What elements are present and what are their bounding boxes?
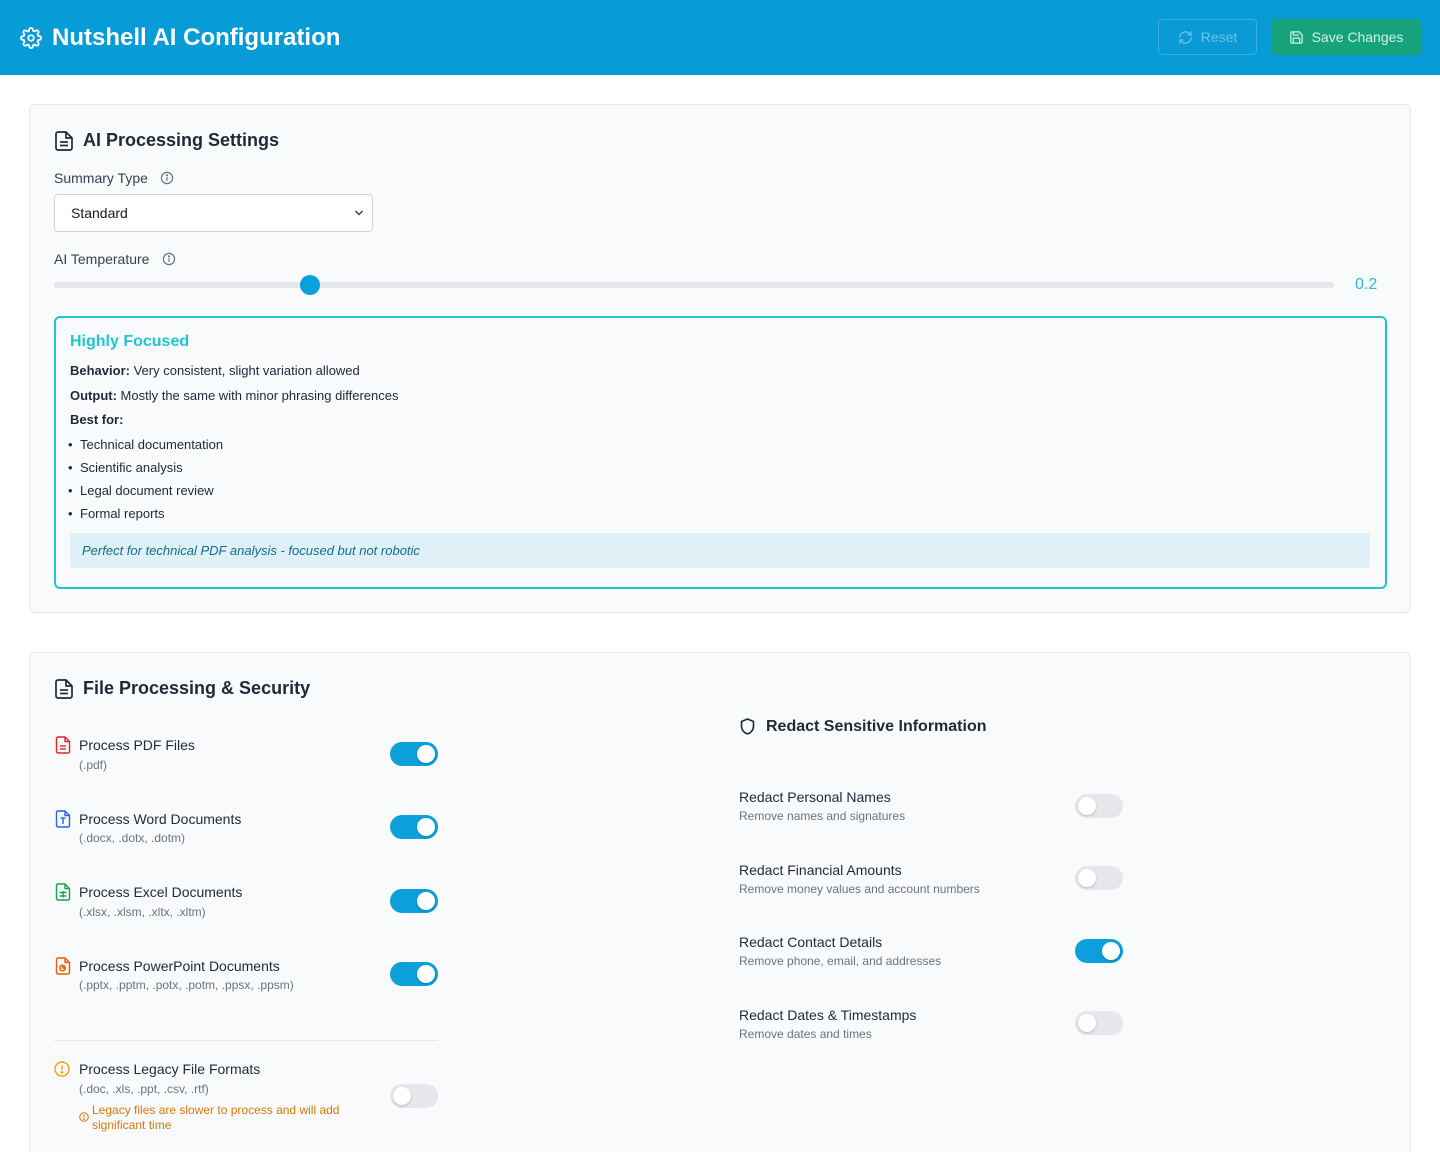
- summary-type-label: Summary Type: [54, 170, 148, 186]
- list-item: Formal reports: [68, 505, 164, 523]
- mode-title: Highly Focused: [70, 333, 190, 350]
- redact-item-title: Redact Contact Details: [739, 934, 883, 950]
- pdf-file-icon: [55, 736, 71, 754]
- app-header: Nutshell AI Configuration Reset Save Cha…: [0, 0, 1440, 75]
- temperature-description-box: Highly Focused Behavior: Very consistent…: [54, 316, 1387, 589]
- divider: [54, 1040, 438, 1041]
- redact-contact-toggle[interactable]: [1075, 939, 1123, 963]
- redact-names-toggle[interactable]: [1075, 794, 1123, 818]
- output-line: Output: Mostly the same with minor phras…: [70, 387, 399, 405]
- save-changes-button[interactable]: Save Changes: [1271, 19, 1421, 55]
- toggle-knob: [1078, 1014, 1096, 1032]
- redact-item-title: Redact Personal Names: [739, 789, 891, 805]
- temperature-slider[interactable]: [54, 275, 1334, 295]
- reset-label: Reset: [1200, 29, 1238, 45]
- behavior-text: Very consistent, slight variation allowe…: [133, 363, 360, 378]
- toggle-knob: [417, 965, 435, 983]
- file-type-extensions: (.xlsx, .xlsm, .xltx, .xltm): [79, 905, 206, 919]
- info-icon[interactable]: [162, 252, 176, 266]
- app-title: Nutshell AI Configuration: [52, 24, 341, 51]
- alert-circle-icon: [54, 1061, 70, 1077]
- list-item: Technical documentation: [68, 436, 223, 454]
- file-type-extensions: (.docx, .dotx, .dotm): [79, 831, 186, 845]
- file-type-extensions: (.pdf): [79, 758, 108, 772]
- file-type-title: Process Word Documents: [79, 811, 242, 827]
- warning-icon: [79, 1112, 89, 1122]
- gear-icon: [20, 27, 42, 49]
- section-title: AI Processing Settings: [83, 130, 280, 150]
- redact-item-desc: Remove dates and times: [739, 1027, 872, 1041]
- summary-type-value: Standard: [71, 205, 128, 221]
- legacy-title: Process Legacy File Formats: [79, 1061, 261, 1077]
- redact-item-desc: Remove money values and account numbers: [739, 882, 980, 896]
- file-type-extensions: (.pptx, .pptm, .potx, .potm, .ppsx, .pps…: [79, 978, 294, 992]
- toggle-knob: [1078, 869, 1096, 887]
- redact-item-title: Redact Dates & Timestamps: [739, 1007, 917, 1023]
- section-title: File Processing & Security: [83, 678, 311, 698]
- summary-type-select[interactable]: Standard: [54, 194, 373, 232]
- legacy-toggle[interactable]: [390, 1084, 438, 1108]
- chevron-down-icon: [354, 210, 364, 216]
- file-type-title: Process PDF Files: [79, 737, 195, 753]
- file-type-title: Process PowerPoint Documents: [79, 958, 280, 974]
- save-label: Save Changes: [1311, 29, 1404, 45]
- list-item: Legal document review: [68, 482, 214, 500]
- shield-icon: [740, 718, 755, 735]
- document-icon: [55, 131, 73, 151]
- excel-file-icon: [55, 883, 71, 901]
- reset-button[interactable]: Reset: [1158, 19, 1257, 55]
- behavior-line: Behavior: Very consistent, slight variat…: [70, 362, 360, 380]
- temperature-value: 0.2: [1355, 276, 1378, 293]
- toggle-knob: [393, 1087, 411, 1105]
- toggle-knob: [417, 892, 435, 910]
- legacy-extensions: (.doc, .xls, .ppt, .csv, .rtf): [79, 1082, 209, 1096]
- refresh-icon: [1178, 30, 1192, 44]
- redact-item-title: Redact Financial Amounts: [739, 862, 902, 878]
- output-text: Mostly the same with minor phrasing diff…: [120, 388, 399, 403]
- slider-handle[interactable]: [300, 275, 320, 295]
- toggle-knob: [417, 745, 435, 763]
- word-file-icon: [55, 810, 71, 828]
- legacy-warning: Legacy files are slower to process and w…: [92, 1103, 340, 1132]
- toggle-knob: [1078, 797, 1096, 815]
- list-item: Scientific analysis: [68, 459, 183, 477]
- best-for-label: Best for:: [70, 412, 124, 427]
- redact-title: Redact Sensitive Information: [766, 718, 987, 735]
- redact-item-desc: Remove phone, email, and addresses: [739, 954, 942, 968]
- powerpoint-toggle[interactable]: [390, 962, 438, 986]
- redact-item-desc: Remove names and signatures: [739, 809, 906, 823]
- output-label: Output:: [70, 388, 117, 403]
- behavior-label: Behavior:: [70, 363, 130, 378]
- info-icon[interactable]: [160, 171, 174, 185]
- file-type-title: Process Excel Documents: [79, 884, 243, 900]
- temperature-label: AI Temperature: [54, 251, 150, 267]
- mode-note: Perfect for technical PDF analysis - foc…: [70, 533, 1370, 568]
- word-toggle[interactable]: [390, 815, 438, 839]
- ai-settings-card: AI Processing Settings Summary Type Stan…: [29, 104, 1411, 613]
- toggle-knob: [417, 818, 435, 836]
- excel-toggle[interactable]: [390, 889, 438, 913]
- file-processing-card: File Processing & Security Process PDF F…: [29, 652, 1411, 1152]
- save-icon: [1289, 30, 1303, 44]
- powerpoint-file-icon: [55, 957, 71, 975]
- document-icon: [55, 679, 73, 699]
- pdf-toggle[interactable]: [390, 742, 438, 766]
- toggle-knob: [1102, 942, 1120, 960]
- redact-financial-toggle[interactable]: [1075, 866, 1123, 890]
- redact-dates-toggle[interactable]: [1075, 1011, 1123, 1035]
- best-for-line: Best for:: [70, 411, 123, 429]
